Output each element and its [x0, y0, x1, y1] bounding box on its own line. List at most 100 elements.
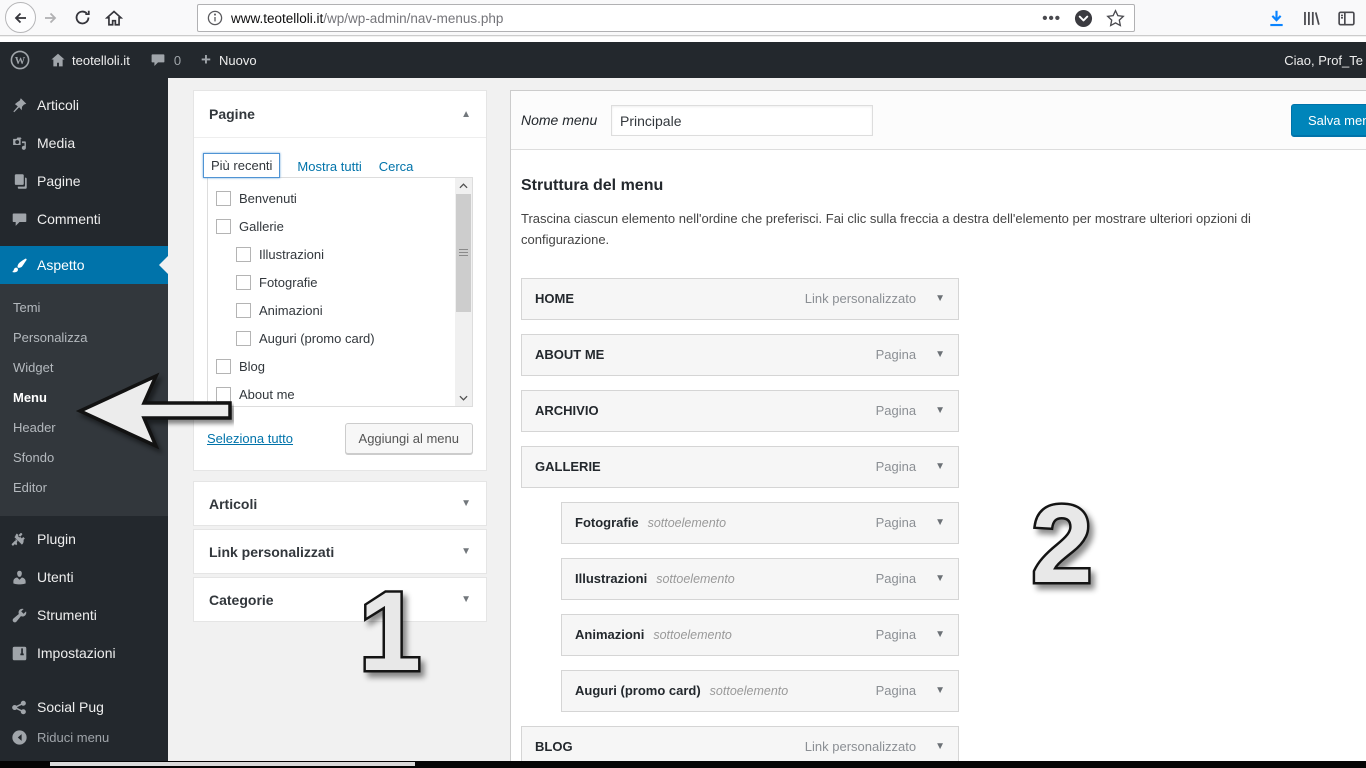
sidebar-item-articoli[interactable]: Articoli: [0, 86, 168, 124]
chevron-down-icon[interactable]: ▼: [935, 685, 945, 696]
menu-item-handle[interactable]: Auguri (promo card) sottoelemento Pagina ▼: [561, 669, 959, 712]
submenu-item-menu[interactable]: Menu: [0, 383, 168, 413]
back-button[interactable]: [5, 2, 36, 33]
comments-menu[interactable]: 0: [140, 42, 191, 78]
bookmark-star-icon[interactable]: [1106, 8, 1125, 28]
menu-item-handle[interactable]: Animazioni sottoelemento Pagina ▼: [561, 613, 959, 656]
structure-description: Trascina ciascun elemento nell'ordine ch…: [521, 211, 1251, 248]
checkbox-unchecked[interactable]: [216, 218, 231, 234]
checkbox-unchecked[interactable]: [236, 330, 251, 346]
pagine-tabs: Più recenti Mostra tutti Cerca: [203, 153, 473, 178]
accordion-panel-articoli[interactable]: Articoli ▼: [193, 481, 487, 526]
chevron-down-icon[interactable]: ▼: [935, 461, 945, 472]
save-menu-button[interactable]: Salva menu: [1291, 104, 1366, 137]
menu-editor-header: Nome menu Salva menu: [511, 91, 1366, 150]
page-checkbox-row[interactable]: Fotografie: [216, 268, 472, 296]
reload-button[interactable]: [68, 4, 96, 32]
submenu-item-editor[interactable]: Editor: [0, 473, 168, 503]
home-button[interactable]: [100, 4, 128, 32]
wp-logo-menu[interactable]: W: [0, 42, 40, 78]
chevron-down-icon[interactable]: ▼: [935, 517, 945, 528]
tab-mostra-tutti[interactable]: Mostra tutti: [297, 159, 361, 174]
info-icon: [207, 10, 223, 26]
pocket-icon[interactable]: [1074, 9, 1093, 28]
sidebar-item-utenti[interactable]: Utenti: [0, 558, 168, 596]
sidebar-item-media[interactable]: Media: [0, 124, 168, 162]
new-content-menu[interactable]: + Nuovo: [191, 42, 267, 78]
submenu-item-temi[interactable]: Temi: [0, 293, 168, 323]
reload-icon: [75, 10, 90, 25]
account-greeting[interactable]: Ciao, Prof_Te: [1284, 53, 1366, 68]
scrollbar-thumb[interactable]: [456, 194, 471, 312]
checkbox-unchecked[interactable]: [236, 246, 251, 262]
scroll-up-button[interactable]: [455, 178, 472, 194]
checkbox-unchecked[interactable]: [216, 358, 231, 374]
sidebar-item-label: Articoli: [37, 97, 80, 113]
sidebar-item-plugin[interactable]: Plugin: [0, 520, 168, 558]
menu-item-handle[interactable]: Fotografie sottoelemento Pagina ▼: [561, 501, 959, 544]
accordion-panel-categorie[interactable]: Categorie ▼: [193, 577, 487, 622]
menu-item-handle[interactable]: Illustrazioni sottoelemento Pagina ▼: [561, 557, 959, 600]
page-checkbox-row[interactable]: Animazioni: [216, 296, 472, 324]
checkbox-unchecked[interactable]: [236, 274, 251, 290]
page-checkbox-row[interactable]: Illustrazioni: [216, 240, 472, 268]
page-checkbox-row[interactable]: Auguri (promo card): [216, 324, 472, 352]
collapse-menu-button[interactable]: Riduci menu: [0, 718, 168, 756]
checkbox-unchecked[interactable]: [216, 386, 231, 402]
pages-icon: [11, 173, 28, 190]
forward-button[interactable]: [36, 4, 64, 32]
chevron-down-icon[interactable]: ▼: [935, 405, 945, 416]
chevron-up-icon: [459, 183, 468, 189]
submenu-item-sfondo[interactable]: Sfondo: [0, 443, 168, 473]
chevron-down-icon[interactable]: ▼: [935, 293, 945, 304]
checkbox-unchecked[interactable]: [216, 190, 231, 206]
chevron-down-icon[interactable]: ▼: [935, 349, 945, 360]
menu-item-handle[interactable]: GALLERIE Pagina ▼: [521, 445, 959, 488]
chevron-down-icon: [459, 395, 468, 401]
user-icon: [11, 569, 28, 586]
scroll-down-button[interactable]: [455, 390, 472, 406]
sidebar-item-label: Utenti: [37, 569, 74, 585]
add-to-menu-button[interactable]: Aggiungi al menu: [344, 423, 473, 454]
sidebar-item-commenti[interactable]: Commenti: [0, 200, 168, 238]
page-checkbox-row[interactable]: Benvenuti: [216, 184, 472, 212]
download-icon[interactable]: [1267, 9, 1286, 28]
submenu-item-widget[interactable]: Widget: [0, 353, 168, 383]
url-domain: www.teotelloli.it: [231, 10, 324, 26]
accordion-panels: Articoli ▼ Link personalizzati ▼ Categorie ▼: [193, 481, 487, 625]
url-bar[interactable]: www.teotelloli.it/wp/wp-admin/nav-menus.…: [197, 4, 1135, 32]
submenu-item-header[interactable]: Header: [0, 413, 168, 443]
accordion-panel-link-personalizzati[interactable]: Link personalizzati ▼: [193, 529, 487, 574]
chevron-down-icon[interactable]: ▼: [935, 573, 945, 584]
page-checkbox-row[interactable]: Gallerie: [216, 212, 472, 240]
sidebar-item-strumenti[interactable]: Strumenti: [0, 596, 168, 634]
sidebar-toggle-icon[interactable]: [1337, 9, 1356, 28]
select-all-link[interactable]: Seleziona tutto: [207, 431, 293, 446]
menu-name-input[interactable]: [611, 105, 873, 136]
chevron-down-icon[interactable]: ▼: [935, 741, 945, 752]
chevron-down-icon: ▼: [461, 594, 471, 605]
tab-più-recenti[interactable]: Più recenti: [203, 153, 281, 178]
wordpress-logo-icon: W: [10, 50, 30, 70]
menu-item-handle[interactable]: ARCHIVIO Pagina ▼: [521, 389, 959, 432]
tab-cerca[interactable]: Cerca: [379, 159, 414, 174]
menu-item-handle[interactable]: HOME Link personalizzato ▼: [521, 277, 959, 320]
page-actions-dots-icon[interactable]: •••: [1042, 10, 1061, 27]
svg-text:W: W: [15, 56, 26, 67]
sidebar-item-aspetto[interactable]: Aspetto: [0, 246, 168, 284]
menu-name-label: Nome menu: [521, 112, 598, 128]
chevron-down-icon[interactable]: ▼: [935, 629, 945, 640]
submenu-item-personalizza[interactable]: Personalizza: [0, 323, 168, 353]
checklist-scrollbar[interactable]: [455, 178, 472, 406]
library-icon[interactable]: [1302, 9, 1321, 28]
sidebar-item-pagine[interactable]: Pagine: [0, 162, 168, 200]
page-checkbox-row[interactable]: Blog: [216, 352, 472, 380]
menu-item-type: Pagina: [875, 683, 917, 699]
menu-item-handle[interactable]: ABOUT ME Pagina ▼: [521, 333, 959, 376]
pagine-panel-header[interactable]: Pagine ▲: [194, 91, 486, 138]
page-checkbox-row[interactable]: About me: [216, 380, 472, 406]
site-name-menu[interactable]: teotelloli.it: [40, 42, 140, 78]
checkbox-unchecked[interactable]: [236, 302, 251, 318]
sidebar-item-impostazioni[interactable]: Impostazioni: [0, 634, 168, 672]
menu-item-title: Auguri (promo card): [575, 683, 701, 699]
